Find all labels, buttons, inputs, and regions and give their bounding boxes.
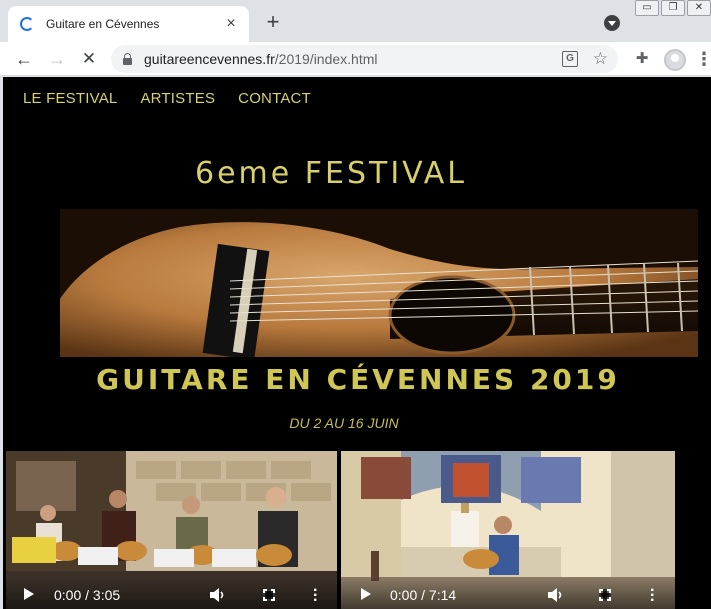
lock-icon[interactable] <box>123 53 132 65</box>
video-controls: 0:00 / 7:14 · · · <box>341 577 675 609</box>
tab-title: Guitare en Cévennes <box>46 17 160 31</box>
star-icon[interactable]: ☆ <box>593 48 608 70</box>
address-bar[interactable]: guitareencevennes.fr/2019/index.html G ☆ <box>111 45 618 73</box>
web-page: LE FESTIVAL ARTISTES CONTACT 6eme FESTIV… <box>3 77 711 609</box>
volume-icon[interactable] <box>547 587 565 603</box>
window-close-button[interactable]: ✕ <box>687 0 711 16</box>
nav-link-contact[interactable]: CONTACT <box>238 90 311 107</box>
translate-icon[interactable]: G <box>562 51 578 67</box>
site-nav: LE FESTIVAL ARTISTES CONTACT <box>23 90 311 107</box>
new-tab-button[interactable]: + <box>262 11 284 33</box>
minimize-button[interactable]: ▭ <box>635 0 659 16</box>
tab-search-icon[interactable] <box>604 15 620 31</box>
play-icon[interactable] <box>361 588 371 600</box>
tab-strip: Guitare en Cévennes × + ▭ ❐ ✕ <box>0 0 711 42</box>
url-text[interactable]: guitareencevennes.fr/2019/index.html <box>144 51 618 67</box>
festival-edition-heading: 6eme FESTIVAL <box>194 156 468 191</box>
festival-dates: DU 2 AU 16 JUIN <box>289 415 399 431</box>
forward-arrow-icon[interactable]: → <box>45 47 69 71</box>
browser-toolbar: ← → ✕ guitareencevennes.fr/2019/index.ht… <box>0 42 711 76</box>
stop-icon[interactable]: ✕ <box>77 47 101 71</box>
fullscreen-icon[interactable] <box>263 589 275 601</box>
nav-link-le-festival[interactable]: LE FESTIVAL <box>23 90 117 107</box>
video-time: 0:00 / 7:14 <box>390 587 457 603</box>
close-icon[interactable]: × <box>223 16 239 32</box>
back-arrow-icon[interactable]: ← <box>12 47 36 71</box>
video-time: 0:00 / 3:05 <box>54 587 121 603</box>
play-icon[interactable] <box>24 588 34 600</box>
festival-title: GUITARE EN CÉVENNES 2019 <box>96 363 620 396</box>
window-controls: ▭ ❐ ✕ <box>633 0 711 16</box>
loading-spinner-icon <box>20 17 34 31</box>
video-player-2[interactable]: 0:00 / 7:14 · · · <box>341 451 675 609</box>
more-vert-icon[interactable]: · · · <box>313 583 318 609</box>
guitar-hero-image <box>60 209 698 357</box>
more-vert-icon[interactable]: · · · <box>650 583 655 609</box>
profile-icon[interactable] <box>664 49 686 71</box>
nav-link-artistes[interactable]: ARTISTES <box>140 90 215 107</box>
video-player-1[interactable]: 0:00 / 3:05 · · · <box>6 451 337 609</box>
browser-tab[interactable]: Guitare en Cévennes × <box>8 6 249 42</box>
more-vert-icon[interactable]: ⋮ <box>695 47 711 71</box>
volume-icon[interactable] <box>209 587 227 603</box>
url-domain: guitareencevennes.fr <box>144 51 275 67</box>
fullscreen-icon[interactable] <box>599 589 611 601</box>
restore-button[interactable]: ❐ <box>661 0 685 16</box>
video-controls: 0:00 / 3:05 · · · <box>6 577 337 609</box>
extensions-icon[interactable]: ✚ <box>633 50 651 68</box>
url-path: /2019/index.html <box>274 51 378 67</box>
